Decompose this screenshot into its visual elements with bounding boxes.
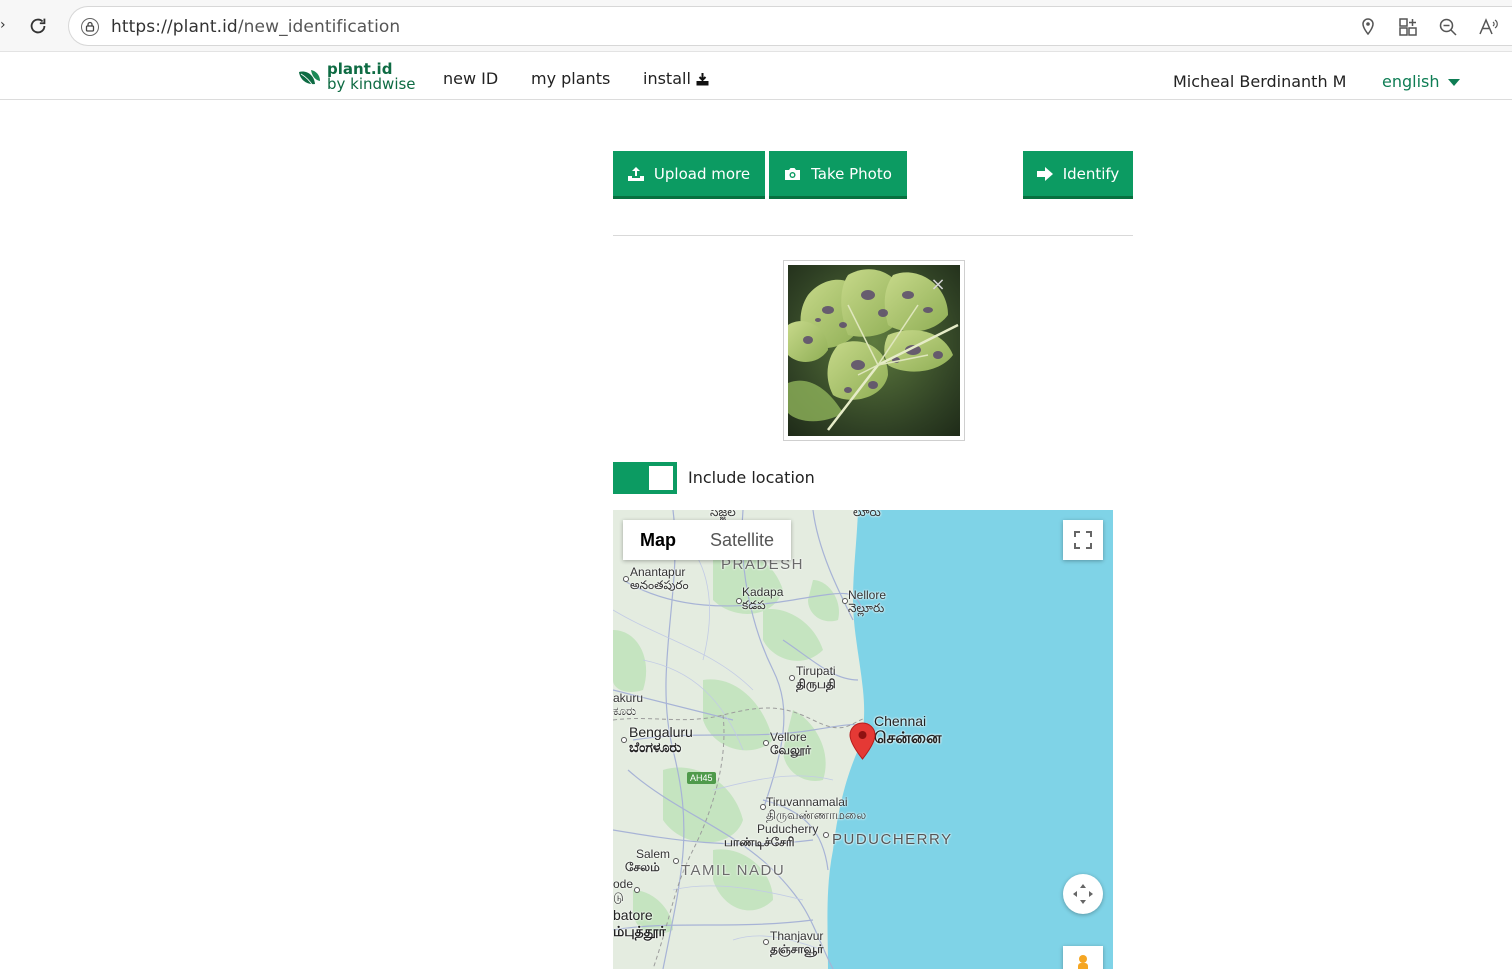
nav-install-label: install (643, 69, 691, 88)
map-label-coimbatore-ta: ம்புத்தூர் (613, 923, 666, 939)
location-pin-icon[interactable] (1358, 17, 1378, 37)
map-label-salem-ta: சேலம் (625, 860, 660, 874)
fullscreen-icon (1074, 531, 1092, 549)
map-label-vellore-ta: வேலூர் (770, 743, 811, 757)
address-bar[interactable]: https://plant.id/new_identification (68, 6, 1512, 46)
plantid-logo[interactable]: plant.id by kindwise (297, 61, 417, 95)
url-text[interactable]: https://plant.id/new_identification (111, 16, 400, 38)
language-label: english (1382, 72, 1440, 91)
identify-button[interactable]: Identify (1023, 151, 1133, 199)
map-dot-bengaluru (621, 737, 627, 743)
nav-new-id[interactable]: new ID (443, 69, 498, 89)
map-camera-control[interactable] (1063, 874, 1103, 914)
highway-badge-ah45: AH45 (687, 772, 716, 784)
language-select[interactable]: english (1382, 72, 1460, 92)
pegman-icon (1078, 955, 1088, 969)
identify-label: Identify (1062, 164, 1120, 183)
url-path: /new_identification (237, 17, 401, 37)
map-dot-tirupati (789, 675, 795, 681)
download-icon (696, 72, 709, 85)
pan-arrows-icon (1073, 884, 1093, 904)
browser-toolbar: › https://plant.id/new_identification (0, 0, 1512, 52)
take-photo-label: Take Photo (811, 164, 892, 183)
arrow-right-icon (1036, 166, 1053, 181)
street-view-pegman[interactable] (1063, 946, 1103, 969)
map-label-bengaluru-kn: ಬೆಂಗಳೂರು (629, 739, 682, 755)
map-type-control: Map Satellite (623, 520, 792, 560)
take-photo-button[interactable]: Take Photo (769, 151, 907, 199)
map-dot-erode (634, 887, 640, 893)
zoom-out-icon[interactable] (1438, 17, 1458, 37)
divider (613, 235, 1133, 236)
map-label-thanjavur-ta: தஞ்சாவூர் (770, 942, 824, 956)
map-type-map[interactable]: Map (623, 520, 693, 560)
map-label-anantapur-te: అనంతపురం (630, 578, 689, 592)
nav-install[interactable]: install (643, 69, 709, 89)
map-label-kadapa-te: కడప (742, 598, 766, 612)
map-label-coimbatore: batore (613, 907, 653, 923)
reload-icon[interactable] (24, 12, 52, 40)
map-label-akuru-kn: ಕೂರು (613, 704, 637, 718)
caret-down-icon (1447, 78, 1460, 86)
map-label-bengaluru: Bengaluru (629, 724, 693, 740)
map-dot-thanjavur (763, 939, 769, 945)
site-header: plant.id by kindwise new ID my plants in… (0, 52, 1512, 100)
remove-photo-icon[interactable]: × (929, 276, 947, 294)
leaf-logo-icon (299, 70, 320, 87)
map-label-tirupati-ta: திருபதி (796, 677, 836, 691)
logo-text-kindwise: by kindwise (327, 75, 416, 93)
upload-more-label: Upload more (653, 164, 751, 183)
map-type-satellite[interactable]: Satellite (693, 520, 791, 560)
map-label-puducherry-ta: பாண்டிச்சேரி (724, 835, 795, 849)
map-dot-anantapur (623, 576, 629, 582)
toggle-knob (649, 466, 673, 490)
fullscreen-button[interactable] (1063, 520, 1103, 560)
upload-icon (627, 166, 644, 181)
map-dot-vellore (763, 740, 769, 746)
camera-icon (785, 167, 801, 180)
map-label-chennai-ta: சென்னை (874, 730, 942, 747)
include-location-label: Include location (688, 468, 815, 487)
map-label-top2: లూరు (853, 510, 881, 519)
lock-icon[interactable] (81, 18, 99, 36)
map-label-tiruvannamalai-ta: திருவண்ணாமலை (766, 808, 867, 822)
map-dot-salem (673, 858, 679, 864)
include-location-toggle[interactable] (613, 462, 677, 494)
map-label-nellore-te: నెల్లూరు (848, 601, 885, 615)
map-label-top1: సజ్జల (710, 510, 736, 519)
map-label-puducherry-state: PUDUCHERRY (832, 831, 953, 848)
map-label-chennai: Chennai (874, 713, 927, 729)
map-marker-icon[interactable] (849, 722, 876, 760)
app-available-icon[interactable] (1398, 17, 1418, 37)
nav-my-plants[interactable]: my plants (531, 69, 610, 89)
back-arrow-icon[interactable]: › (0, 18, 6, 32)
map-label-erode-ta: டு (613, 890, 624, 904)
map-label-tamil-nadu: TAMIL NADU (681, 862, 786, 879)
url-host: https://plant.id (111, 17, 238, 37)
user-name[interactable]: Micheal Berdinanth M (1173, 72, 1346, 92)
location-map[interactable]: సజ్జల లూరు PRADESH Anantapur అనంతపురం Ka… (613, 510, 1113, 969)
read-aloud-icon[interactable] (1478, 17, 1498, 37)
map-dot-puducherry (823, 832, 829, 838)
upload-more-button[interactable]: Upload more (613, 151, 765, 199)
